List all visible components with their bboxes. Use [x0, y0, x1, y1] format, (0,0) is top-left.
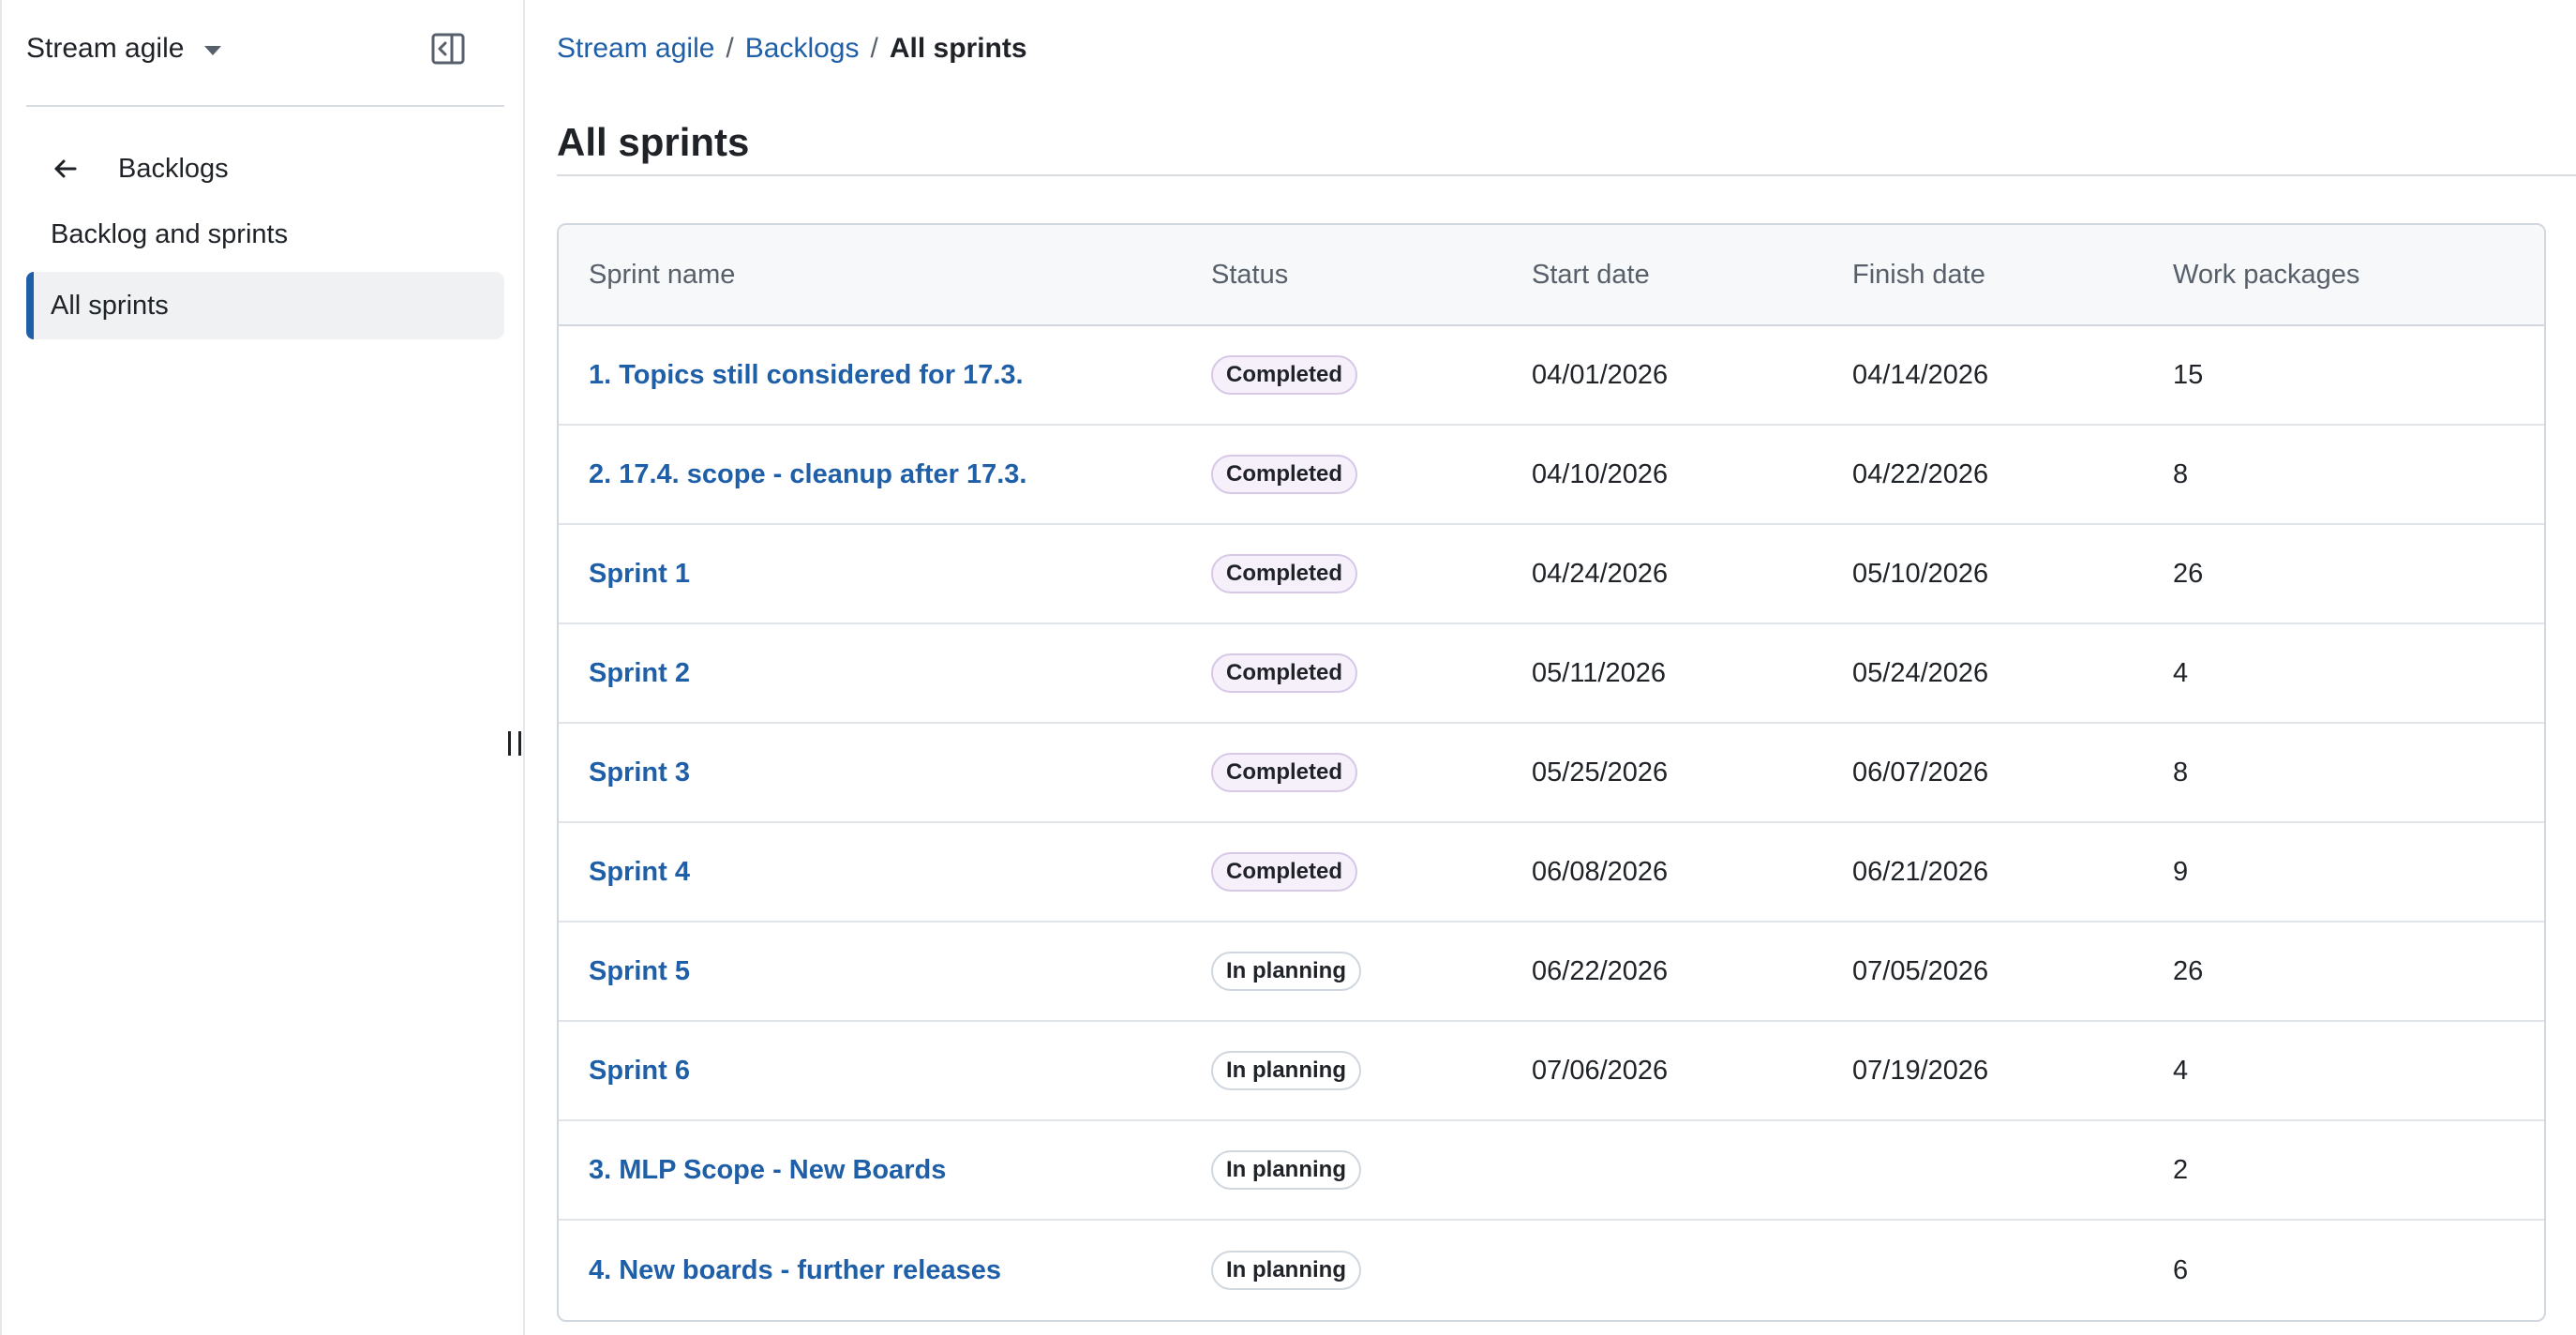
table-row: Sprint 4 Completed 06/08/2026 06/21/2026…	[559, 823, 2544, 922]
status-badge: Completed	[1211, 355, 1358, 395]
project-switcher[interactable]: Stream agile	[26, 28, 222, 69]
work-packages-count: 8	[2173, 458, 2189, 489]
table-row: 1. Topics still considered for 17.3. Com…	[559, 326, 2544, 426]
finish-date: 07/05/2026	[1852, 955, 1989, 986]
arrow-left-icon	[47, 150, 84, 188]
work-packages-count: 15	[2173, 359, 2204, 390]
sprint-name-link[interactable]: 2. 17.4. scope - cleanup after 17.3.	[589, 459, 1026, 489]
start-date: 04/24/2026	[1532, 558, 1669, 589]
app-root: Stream agile Backlogs Backlog and sprint…	[0, 0, 2576, 1335]
breadcrumb-link-backlogs[interactable]: Backlogs	[745, 33, 860, 65]
sidebar-collapse-button[interactable]	[429, 30, 467, 68]
table-row: Sprint 3 Completed 05/25/2026 06/07/2026…	[559, 724, 2544, 823]
finish-date: 06/07/2026	[1852, 757, 1989, 788]
status-badge: Completed	[1211, 653, 1358, 693]
table-row: Sprint 6 In planning 07/06/2026 07/19/20…	[559, 1022, 2544, 1121]
status-badge: Completed	[1211, 455, 1358, 494]
table-row: Sprint 5 In planning 06/22/2026 07/05/20…	[559, 922, 2544, 1022]
finish-date: 05/24/2026	[1852, 657, 1989, 688]
resize-handle-icon[interactable]	[508, 731, 521, 759]
sidebar-item-backlog-and-sprints[interactable]: Backlog and sprints	[26, 201, 504, 268]
status-badge: Completed	[1211, 753, 1358, 792]
caret-down-icon	[204, 46, 222, 55]
start-date: 04/10/2026	[1532, 458, 1669, 489]
sprint-name-link[interactable]: 1. Topics still considered for 17.3.	[589, 360, 1024, 390]
sprint-name-link[interactable]: Sprint 4	[589, 857, 690, 887]
breadcrumb-separator: /	[870, 33, 878, 64]
start-date: 06/08/2026	[1532, 856, 1669, 887]
back-to-backlogs[interactable]: Backlogs	[26, 146, 229, 191]
work-packages-count: 2	[2173, 1154, 2189, 1185]
start-date: 04/01/2026	[1532, 359, 1669, 390]
title-divider	[557, 174, 2576, 176]
status-badge: Completed	[1211, 554, 1358, 593]
table-row: Sprint 2 Completed 05/11/2026 05/24/2026…	[559, 624, 2544, 724]
sidebar-collapse-icon	[431, 33, 465, 65]
work-packages-count: 4	[2173, 1055, 2189, 1086]
work-packages-count: 9	[2173, 856, 2189, 887]
sprint-name-link[interactable]: 3. MLP Scope - New Boards	[589, 1155, 946, 1185]
status-badge: In planning	[1211, 1251, 1361, 1290]
start-date: 07/06/2026	[1532, 1055, 1669, 1086]
status-badge: In planning	[1211, 952, 1361, 991]
sprint-name-link[interactable]: Sprint 2	[589, 658, 690, 688]
sprint-name-link[interactable]: Sprint 3	[589, 758, 690, 788]
start-date: 05/25/2026	[1532, 757, 1669, 788]
breadcrumb: Stream agile / Backlogs / All sprints	[557, 30, 1027, 68]
back-label: Backlogs	[118, 153, 229, 184]
table-header: Sprint name Status Start date Finish dat…	[559, 225, 2544, 326]
work-packages-count: 26	[2173, 955, 2204, 986]
breadcrumb-current: All sprints	[889, 33, 1027, 64]
finish-date: 06/21/2026	[1852, 856, 1989, 887]
sprint-name-link[interactable]: Sprint 1	[589, 559, 690, 589]
start-date: 06/22/2026	[1532, 955, 1669, 986]
sidebar-item-label: Backlog and sprints	[51, 218, 289, 249]
finish-date: 04/22/2026	[1852, 458, 1989, 489]
column-header-start-date: Start date	[1532, 259, 1650, 290]
finish-date: 04/14/2026	[1852, 359, 1989, 390]
breadcrumb-separator: /	[726, 33, 734, 64]
sprint-name-link[interactable]: Sprint 5	[589, 956, 690, 986]
table-row: 4. New boards - further releases In plan…	[559, 1221, 2544, 1320]
column-header-work-packages: Work packages	[2173, 259, 2360, 290]
work-packages-count: 4	[2173, 657, 2189, 688]
status-badge: In planning	[1211, 1051, 1361, 1090]
finish-date: 07/19/2026	[1852, 1055, 1989, 1086]
sprint-name-link[interactable]: Sprint 6	[589, 1056, 690, 1086]
table-row: Sprint 1 Completed 04/24/2026 05/10/2026…	[559, 525, 2544, 624]
status-badge: Completed	[1211, 852, 1358, 892]
main-content: Stream agile / Backlogs / All sprints Al…	[557, 0, 2576, 1335]
sidebar: Stream agile Backlogs Backlog and sprint…	[0, 0, 525, 1335]
work-packages-count: 8	[2173, 757, 2189, 788]
column-header-status: Status	[1211, 259, 1289, 290]
table-row: 3. MLP Scope - New Boards In planning 2	[559, 1121, 2544, 1221]
page-title: All sprints	[557, 120, 750, 165]
table-row: 2. 17.4. scope - cleanup after 17.3. Com…	[559, 426, 2544, 525]
column-header-finish-date: Finish date	[1852, 259, 1985, 290]
work-packages-count: 26	[2173, 558, 2204, 589]
breadcrumb-link-project[interactable]: Stream agile	[557, 33, 714, 65]
sidebar-item-all-sprints[interactable]: All sprints	[26, 272, 504, 339]
finish-date: 05/10/2026	[1852, 558, 1989, 589]
sidebar-item-label: All sprints	[51, 290, 169, 321]
sprint-name-link[interactable]: 4. New boards - further releases	[589, 1255, 1001, 1285]
sprints-table: Sprint name Status Start date Finish dat…	[557, 223, 2546, 1322]
project-name: Stream agile	[26, 33, 185, 64]
work-packages-count: 6	[2173, 1254, 2189, 1285]
column-header-sprint-name: Sprint name	[589, 259, 736, 290]
start-date: 05/11/2026	[1532, 657, 1666, 688]
status-badge: In planning	[1211, 1150, 1361, 1190]
